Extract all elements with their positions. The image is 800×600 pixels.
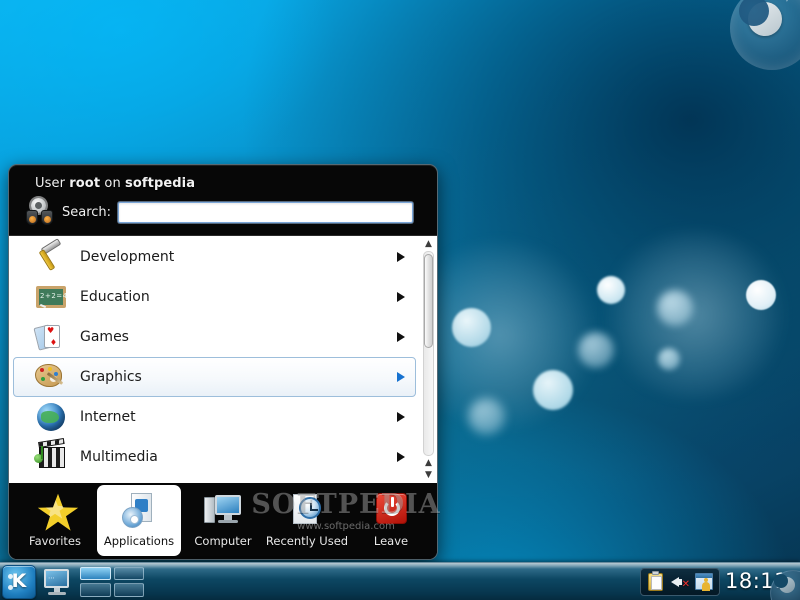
scroll-up-arrow-icon[interactable]: ▲ xyxy=(422,238,435,250)
header-hostname: softpedia xyxy=(125,176,195,191)
bokeh-circle xyxy=(657,290,693,326)
header-prefix: User xyxy=(35,176,69,191)
power-shutdown-icon xyxy=(370,491,412,531)
tab-recently-used[interactable]: Recently Used xyxy=(265,485,349,556)
krunner-search-icon xyxy=(25,198,55,226)
kmenu-category-list: Development 2+2=4 Education Games xyxy=(9,236,420,483)
menu-item-internet[interactable]: Internet xyxy=(13,397,416,437)
submenu-arrow-icon xyxy=(397,292,405,302)
menu-scrollbar[interactable]: ▲ ▲ ▼ xyxy=(420,236,437,483)
pager-desktop-3[interactable] xyxy=(80,583,111,597)
tab-leave[interactable]: Leave xyxy=(349,485,433,556)
launcher-label: K xyxy=(12,572,27,591)
submenu-arrow-icon xyxy=(397,332,405,342)
taskbar-panel: K ⋯ ✕ 18:11 xyxy=(0,562,800,600)
bokeh-circle xyxy=(452,308,491,347)
submenu-arrow-icon xyxy=(397,252,405,262)
header-username: root xyxy=(69,176,100,191)
submenu-arrow-icon xyxy=(397,372,405,382)
kmenu-user-header: User root on softpedia xyxy=(9,165,437,194)
scrollbar-thumb[interactable] xyxy=(424,254,433,348)
menu-item-label: Development xyxy=(80,249,174,265)
scroll-up-arrow-icon[interactable]: ▲ xyxy=(422,457,435,469)
klipper-clipboard-icon[interactable] xyxy=(646,572,666,592)
pager-desktop-2[interactable] xyxy=(114,567,145,581)
bokeh-circle xyxy=(578,332,614,368)
cashew-sparkle-icon: ✧ xyxy=(784,0,790,4)
clock-document-icon xyxy=(286,491,328,531)
menu-item-label: Games xyxy=(80,329,129,345)
playing-cards-icon xyxy=(32,320,72,354)
kmenu-tab-bar: Favorites Applications Computer Recently… xyxy=(9,483,437,559)
tab-applications[interactable]: Applications xyxy=(97,485,181,556)
menu-item-label: Education xyxy=(80,289,150,305)
tab-favorites[interactable]: Favorites xyxy=(13,485,97,556)
desktop-toolbox-cashew[interactable]: ✧ ✦ xyxy=(730,0,800,70)
bokeh-circle xyxy=(533,370,573,410)
window-user-icon[interactable] xyxy=(694,572,714,592)
star-icon xyxy=(37,493,79,533)
scroll-down-arrow-icon[interactable]: ▼ xyxy=(422,469,435,481)
desktop[interactable]: ✧ ✦ User root on softpedia Search: Devel… xyxy=(0,0,800,600)
tab-label: Leave xyxy=(374,534,408,548)
hammer-icon xyxy=(32,240,72,274)
tab-computer[interactable]: Computer xyxy=(181,485,265,556)
cashew-moon-icon xyxy=(748,2,782,36)
scrollbar-bottom-arrows: ▲ ▼ xyxy=(422,457,435,481)
desktop-pager[interactable] xyxy=(80,567,144,597)
menu-item-multimedia[interactable]: Multimedia xyxy=(13,437,416,477)
clapperboard-icon xyxy=(32,440,72,474)
pager-desktop-4[interactable] xyxy=(114,583,145,597)
k-gear-dot-icon xyxy=(8,574,13,579)
menu-item-games[interactable]: Games xyxy=(13,317,416,357)
bokeh-circle xyxy=(658,348,680,370)
wallpaper-glow xyxy=(600,230,790,400)
tab-label: Favorites xyxy=(29,534,81,548)
globe-icon xyxy=(32,400,72,434)
menu-item-development[interactable]: Development xyxy=(13,237,416,277)
search-input[interactable] xyxy=(118,202,413,223)
tab-label: Computer xyxy=(194,534,251,548)
menu-item-label: Internet xyxy=(80,409,136,425)
k-gear-dot-icon xyxy=(8,585,13,590)
pager-desktop-1[interactable] xyxy=(80,567,111,581)
bokeh-circle xyxy=(468,398,505,435)
menu-item-education[interactable]: 2+2=4 Education xyxy=(13,277,416,317)
chalkboard-icon: 2+2=4 xyxy=(32,280,72,314)
kmenu-category-list-area: Development 2+2=4 Education Games xyxy=(9,235,437,483)
volume-muted-icon[interactable]: ✕ xyxy=(670,572,690,592)
bokeh-circle xyxy=(746,280,776,310)
scrollbar-track[interactable] xyxy=(423,251,434,456)
paint-palette-icon xyxy=(32,360,72,394)
search-row: Search: xyxy=(9,194,437,235)
kickoff-application-menu[interactable]: User root on softpedia Search: Developme… xyxy=(8,164,438,560)
header-middle: on xyxy=(100,176,125,191)
menu-item-label: Graphics xyxy=(80,369,142,385)
kde-k-menu-launcher-button[interactable]: K xyxy=(2,565,36,599)
bokeh-circle xyxy=(597,276,625,304)
app-box-cd-icon xyxy=(118,491,160,531)
submenu-arrow-icon xyxy=(397,412,405,422)
tab-label: Applications xyxy=(104,534,174,548)
computer-icon xyxy=(202,491,244,531)
search-label: Search: xyxy=(62,205,111,220)
menu-item-graphics[interactable]: Graphics xyxy=(13,357,416,397)
menu-item-label: Multimedia xyxy=(80,449,158,465)
submenu-arrow-icon xyxy=(397,452,405,462)
tab-label: Recently Used xyxy=(266,534,348,548)
system-tray: ✕ xyxy=(640,568,720,596)
show-desktop-icon[interactable]: ⋯ xyxy=(40,565,74,599)
